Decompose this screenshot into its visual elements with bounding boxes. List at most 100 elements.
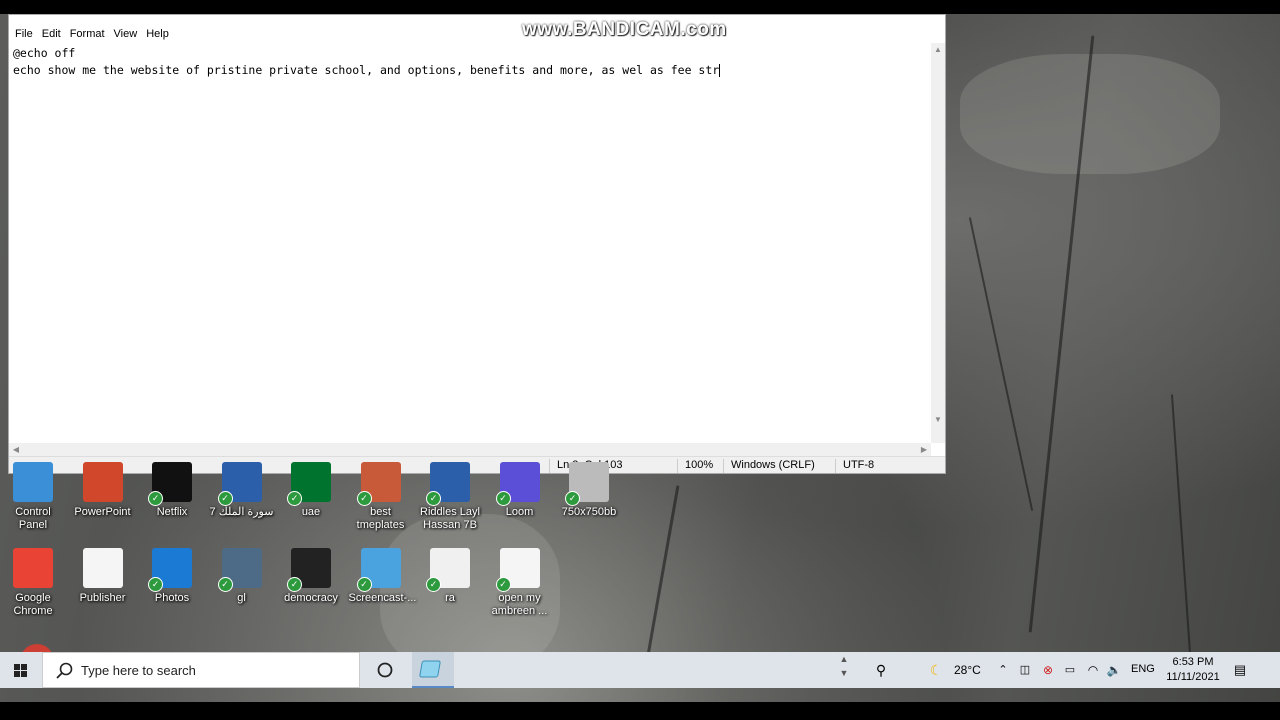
desktop-shortcut[interactable]: ✓ open my ambreen ... — [488, 548, 552, 618]
sync-check-icon: ✓ — [426, 577, 441, 592]
clock[interactable]: 6:53 PM 11/11/2021 — [1160, 655, 1226, 685]
sync-check-icon: ✓ — [356, 491, 372, 506]
taskbar-search[interactable]: Type here to search — [42, 652, 360, 688]
desktop-shortcut-label: 7 سورة الملك — [209, 506, 274, 518]
sync-check-icon: ✓ — [287, 577, 302, 592]
desktop-shortcut[interactable]: ✓ Netflix — [140, 462, 204, 519]
search-icon — [56, 662, 73, 679]
bandicam-watermark: www.BANDICAM.com — [522, 19, 727, 40]
rock-crack — [1170, 394, 1192, 654]
desktop-shortcut-label: uae — [301, 506, 321, 518]
desktop-shortcut[interactable]: ✓ Riddles Layl Hassan 7B — [418, 462, 482, 532]
menu-help[interactable]: Help — [146, 28, 176, 43]
zoom-level: 100% — [677, 459, 713, 473]
notepad-window[interactable]: File Edit Format View Help @echo off echo… — [8, 14, 946, 474]
desktop-shortcut[interactable]: Google Chrome — [1, 548, 65, 618]
security-alert-icon[interactable]: ⊗ — [1038, 652, 1058, 688]
scroll-right-icon[interactable]: ▶ — [917, 443, 931, 457]
tray-expand-icon[interactable]: ⌃ — [994, 652, 1012, 688]
uae-flag-icon: ✓ — [287, 462, 331, 506]
cortana-icon — [377, 662, 393, 678]
desktop-shortcut[interactable]: ✓ gl — [210, 548, 274, 605]
menu-view[interactable]: View — [114, 28, 145, 43]
document-icon: ✓ — [495, 548, 540, 592]
desktop-shortcut[interactable]: Publisher — [71, 548, 135, 605]
menu-edit[interactable]: Edit — [42, 28, 68, 43]
editor-line: echo show me the website of pristine pri… — [13, 63, 720, 77]
desktop-shortcut-label: Publisher — [79, 592, 126, 604]
battery-icon[interactable]: ▭ — [1060, 652, 1080, 688]
rock-crack — [968, 217, 1034, 511]
control-panel-icon — [13, 462, 53, 502]
sync-check-icon: ✓ — [356, 577, 372, 592]
encoding: UTF-8 — [835, 459, 874, 473]
menu-format[interactable]: Format — [70, 28, 112, 43]
volume-icon[interactable]: 🔈 — [1104, 652, 1124, 688]
task-view-button[interactable] — [370, 652, 400, 688]
desktop-shortcut-label: gl — [237, 592, 246, 604]
desktop-shortcut[interactable]: ✓ 7 سورة الملك — [210, 462, 274, 519]
desktop-shortcut-label: best tmeplates — [356, 506, 405, 531]
language-indicator[interactable]: ENG — [1131, 663, 1155, 675]
netflix-icon: ✓ — [148, 462, 192, 506]
desktop-shortcut-label: Loom — [505, 506, 534, 518]
weather-moon-icon[interactable]: ☾ — [926, 652, 946, 688]
desktop-shortcut-label: Google Chrome — [13, 592, 53, 617]
editor-line-current: echo show me the website of pristine pri… — [13, 62, 931, 79]
desktop-shortcut-label: open my ambreen ... — [491, 592, 548, 617]
scroll-down-icon[interactable]: ▼ — [931, 413, 945, 427]
sync-check-icon: ✓ — [426, 491, 441, 506]
menu-file[interactable]: File — [15, 28, 40, 43]
clock-time: 6:53 PM — [1172, 656, 1214, 668]
desktop-shortcut[interactable]: ✓ uae — [279, 462, 343, 519]
sync-check-icon: ✓ — [565, 491, 580, 506]
desktop-shortcut-label: PowerPoint — [74, 506, 131, 518]
image-file-icon: ✓ — [217, 548, 262, 592]
windows-logo-icon — [14, 664, 27, 677]
desktop-shortcut[interactable]: ✓ best tmeplates — [349, 462, 413, 532]
text-caret — [719, 64, 721, 77]
notification-icon[interactable]: ▤ — [1228, 652, 1252, 688]
word-doc-icon: ✓ — [426, 462, 470, 506]
sync-check-icon: ✓ — [495, 577, 511, 592]
word-doc-icon: ✓ — [217, 462, 262, 506]
sync-check-icon: ✓ — [287, 491, 302, 506]
search-placeholder: Type here to search — [81, 663, 196, 678]
sync-check-icon: ✓ — [148, 491, 163, 506]
desktop-shortcut[interactable]: ✓ Loom — [488, 462, 552, 519]
sync-check-icon: ✓ — [217, 577, 233, 592]
text-editor[interactable]: @echo off echo show me the website of pri… — [9, 43, 931, 443]
desktop-shortcut-label: Netflix — [156, 506, 188, 518]
weather-temperature[interactable]: 28°C — [954, 663, 981, 677]
sync-check-icon: ✓ — [148, 577, 163, 592]
notepad-taskbar-button[interactable] — [412, 652, 454, 688]
desktop-shortcut[interactable]: ✓ Photos — [140, 548, 204, 605]
vertical-scrollbar[interactable]: ▲ ▼ — [931, 43, 945, 443]
desktop-shortcut[interactable]: ✓ Screencast-... — [349, 548, 416, 605]
taskbar: Type here to search ▲ ▼ ⚲ ☾ 28°C ⌃ ◫ ⊗ ▭ … — [0, 652, 1280, 688]
desktop-shortcut[interactable]: ✓ democracy — [279, 548, 343, 605]
screencast-icon: ✓ — [356, 548, 401, 592]
scroll-left-icon[interactable]: ◀ — [9, 443, 23, 457]
desktop-shortcut-label: 750x750bb — [561, 506, 617, 518]
desktop-shortcut[interactable]: PowerPoint — [71, 462, 135, 519]
notepad-icon — [419, 660, 441, 678]
desktop-shortcut[interactable]: ✓ 750x750bb — [557, 462, 621, 519]
people-icon[interactable]: ⚲ — [868, 652, 894, 688]
wifi-icon[interactable]: ◠ — [1084, 652, 1102, 688]
start-button[interactable] — [0, 652, 42, 688]
line-ending: Windows (CRLF) — [723, 459, 815, 473]
image-file-icon: ✓ — [565, 462, 609, 506]
powerpoint-file-icon: ✓ — [356, 462, 401, 506]
desktop: File Edit Format View Help @echo off echo… — [0, 14, 1280, 702]
desktop-shortcut[interactable]: ✓ ra — [418, 548, 482, 605]
scroll-up-icon[interactable]: ▲ — [931, 43, 945, 57]
photos-icon: ✓ — [148, 548, 192, 592]
desktop-shortcut[interactable]: Control Panel — [1, 462, 65, 532]
taskbar-scroll[interactable]: ▲ ▼ — [836, 652, 852, 688]
image-file-icon: ✓ — [287, 548, 331, 592]
desktop-shortcut-label: democracy — [284, 592, 338, 604]
sync-check-icon: ✓ — [217, 491, 233, 506]
meet-now-icon[interactable]: ◫ — [1016, 652, 1034, 688]
horizontal-scrollbar[interactable]: ◀ ▶ — [9, 443, 931, 457]
